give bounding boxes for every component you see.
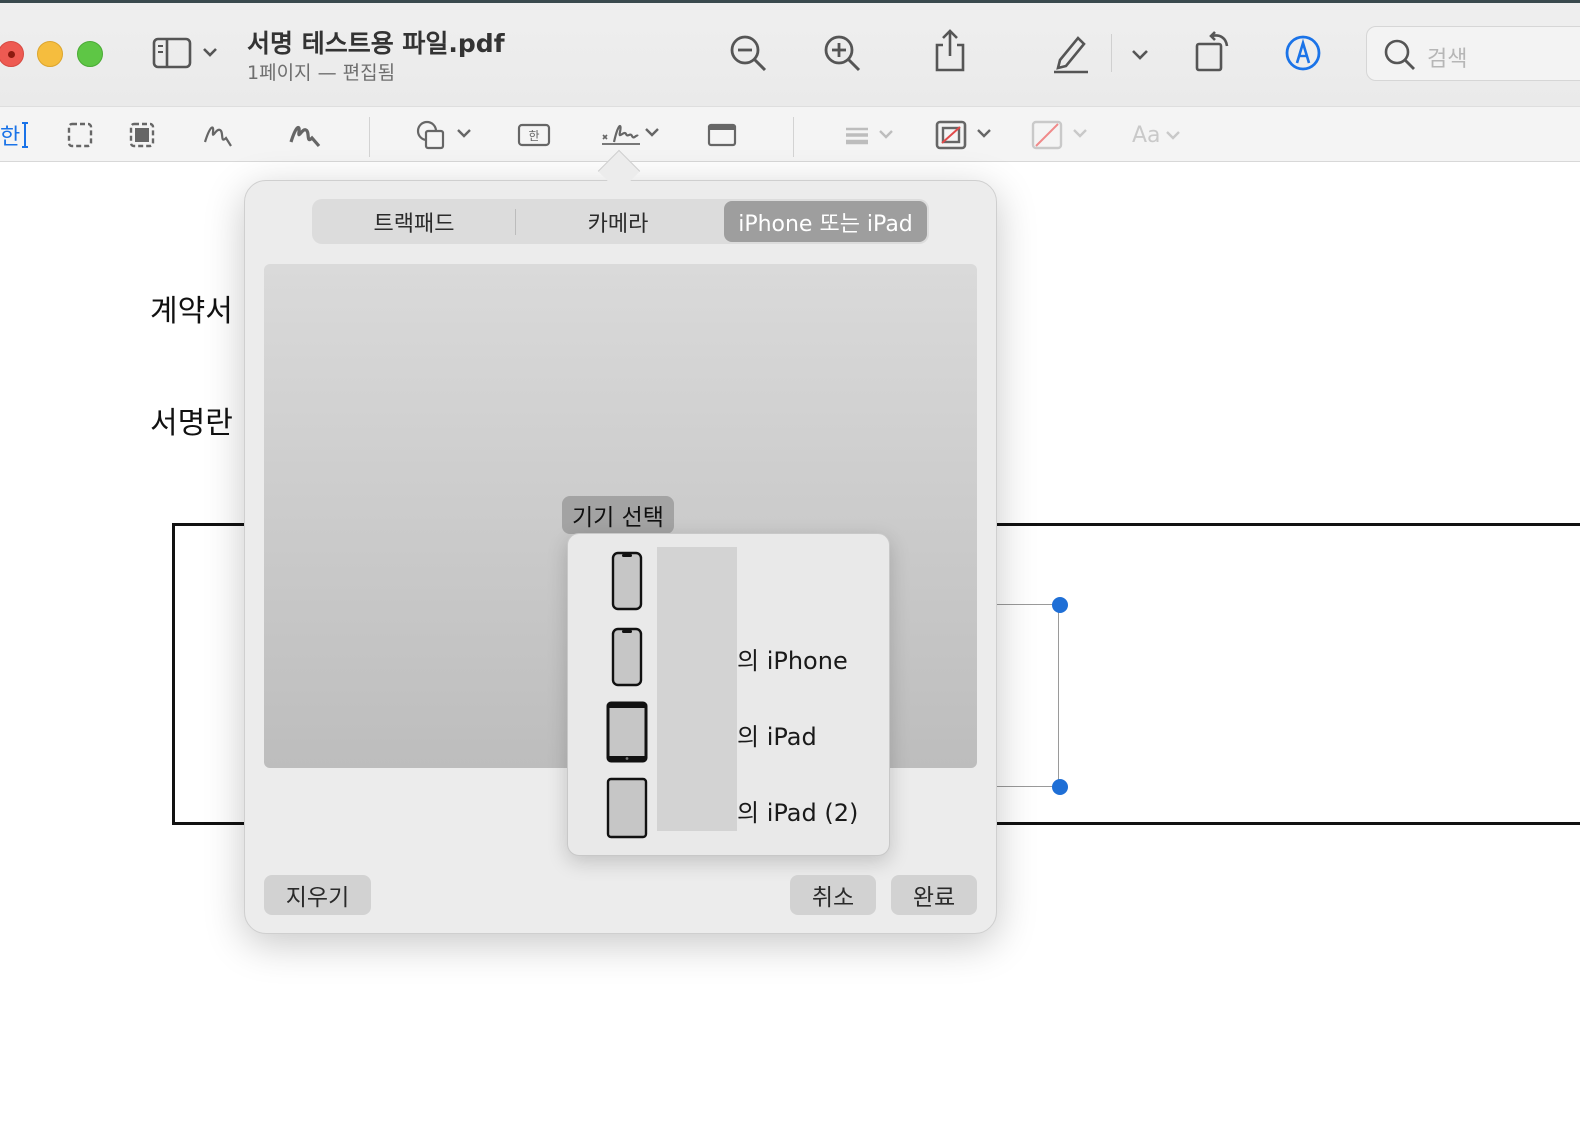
- text-tool-label: 한: [0, 125, 21, 150]
- markup-separator: [369, 117, 370, 157]
- resize-handle-bottom-right[interactable]: [1052, 779, 1068, 795]
- ipad-icon: [606, 777, 648, 839]
- selection-outline: [1058, 605, 1059, 787]
- zoom-out-button[interactable]: [728, 33, 768, 73]
- selection-outline: [997, 604, 1060, 605]
- sidebar-toggle-button[interactable]: [150, 34, 224, 72]
- window-note-icon: [707, 123, 737, 147]
- selection-outline: [997, 786, 1060, 787]
- title-bar: 서명 테스트용 파일.pdf 1페이지 — 편집됨 검색: [0, 0, 1580, 106]
- tab-camera[interactable]: 카메라: [518, 201, 718, 242]
- draw-tool[interactable]: [288, 117, 322, 153]
- device-menu-item[interactable]: [567, 543, 890, 619]
- device-select-label: 기기 선택: [562, 496, 674, 534]
- rotate-icon: [1195, 31, 1229, 72]
- iphone-icon: [611, 627, 643, 687]
- rect-select-icon: [67, 122, 93, 148]
- sketch-tool[interactable]: [202, 117, 234, 153]
- done-button[interactable]: 완료: [891, 875, 977, 915]
- signature-icon: [602, 124, 659, 145]
- zoom-in-button[interactable]: [822, 33, 862, 73]
- fill-color-icon: [1031, 120, 1087, 150]
- markup-toolbar-toggle[interactable]: [1283, 33, 1323, 73]
- cancel-button[interactable]: 취소: [790, 875, 876, 915]
- zoom-out-icon: [730, 35, 767, 72]
- signature-source-tabs: 트랙패드 카메라 iPhone 또는 iPad: [312, 199, 929, 244]
- toolbar-separator: [1111, 34, 1112, 72]
- tab-trackpad[interactable]: 트랙패드: [314, 201, 514, 242]
- search-icon: [1384, 39, 1415, 70]
- clear-button[interactable]: 지우기: [264, 875, 371, 915]
- document-heading-contract: 계약서: [150, 294, 233, 329]
- zoom-window-button[interactable]: [77, 41, 103, 67]
- markup-separator: [793, 117, 794, 157]
- fill-color-tool[interactable]: [1030, 117, 1092, 153]
- highlight-icon: [1054, 36, 1088, 74]
- sign-tool[interactable]: [600, 117, 662, 153]
- device-menu-item[interactable]: 의 iPad: [567, 695, 890, 771]
- search-placeholder: 검색: [1427, 47, 1468, 72]
- zoom-in-icon: [824, 35, 861, 72]
- document-heading-signature: 서명란: [150, 406, 233, 441]
- ipad-icon: [606, 701, 648, 763]
- line-style-icon: [846, 127, 893, 145]
- iphone-icon: [611, 551, 643, 611]
- resize-handle-top-right[interactable]: [1052, 597, 1068, 613]
- smart-lasso-tool[interactable]: [128, 117, 156, 153]
- sidebar-icon: [152, 37, 217, 69]
- text-cursor-icon: [22, 122, 29, 148]
- device-name: 의 iPhone: [737, 647, 848, 675]
- highlight-button[interactable]: [1048, 30, 1092, 74]
- share-button[interactable]: [930, 28, 970, 74]
- smart-select-icon: [129, 122, 155, 148]
- tab-divider: [515, 209, 516, 235]
- minimize-window-button[interactable]: [37, 41, 63, 67]
- shapes-icon: [416, 120, 471, 150]
- search-field[interactable]: 검색: [1366, 26, 1580, 81]
- markup-toolbar: 한 한 Aa: [0, 106, 1580, 162]
- border-color-tool[interactable]: [934, 117, 996, 153]
- border-color-icon: [935, 120, 991, 150]
- tab-iphone-ipad[interactable]: iPhone 또는 iPad: [724, 201, 927, 242]
- note-tool[interactable]: [706, 117, 738, 153]
- chevron-down-icon: [1165, 131, 1180, 140]
- rectangular-selection-tool[interactable]: [66, 117, 94, 153]
- text-box-icon: 한: [517, 123, 551, 147]
- text-box-tool[interactable]: 한: [516, 117, 552, 153]
- markup-icon: [1285, 35, 1321, 71]
- document-title[interactable]: 서명 테스트용 파일.pdf: [247, 24, 505, 60]
- text-style-tool[interactable]: Aa: [1132, 117, 1185, 153]
- close-window-button[interactable]: [0, 41, 24, 67]
- rotate-button[interactable]: [1192, 30, 1232, 74]
- draw-icon: [289, 125, 321, 148]
- device-menu-item[interactable]: 의 iPhone: [567, 619, 890, 695]
- window-top-edge: [0, 0, 1580, 3]
- device-menu-item[interactable]: 의 iPad (2): [567, 771, 890, 847]
- shapes-tool[interactable]: [414, 117, 474, 153]
- device-name: 의 iPad: [737, 723, 817, 751]
- document-subtitle: 1페이지 — 편집됨: [247, 62, 396, 84]
- text-box-icon-label: 한: [528, 129, 539, 143]
- device-name: 의 iPad (2): [737, 799, 859, 827]
- shape-style-tool[interactable]: [842, 117, 898, 153]
- highlight-options-button[interactable]: [1128, 42, 1152, 66]
- text-selection-tool[interactable]: 한: [0, 117, 30, 153]
- text-style-label: Aa: [1132, 122, 1161, 148]
- sketch-icon: [203, 126, 232, 147]
- chevron-down-icon: [1132, 50, 1148, 60]
- share-icon: [935, 29, 965, 72]
